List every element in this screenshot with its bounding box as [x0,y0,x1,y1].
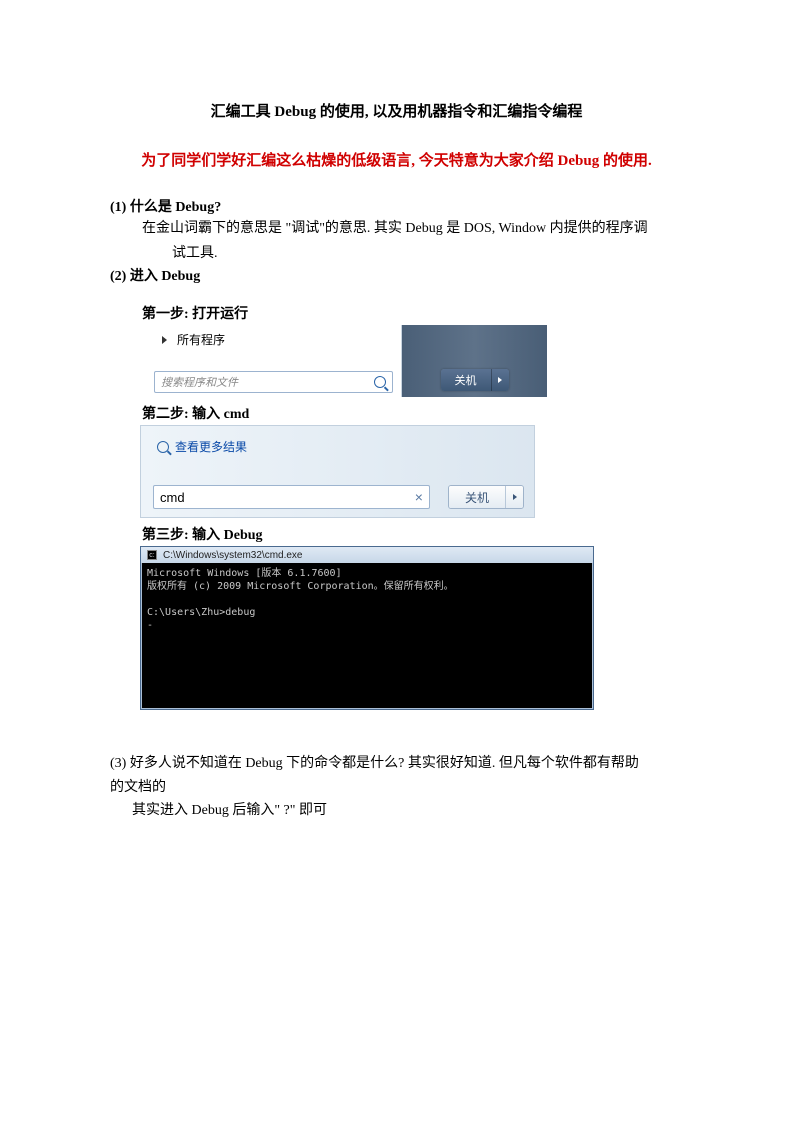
clear-icon[interactable]: × [415,489,423,505]
shutdown-button[interactable]: 关机 [448,485,524,509]
step2-label: 第二步: 输入 cmd [110,403,683,423]
chevron-right-icon [498,377,502,383]
search-input[interactable]: cmd × [153,485,430,509]
section1-body-line2: 试工具. [110,242,683,262]
section1-body-line1: 在金山词霸下的意思是 "调试"的意思. 其实 Debug 是 DOS, Wind… [110,219,683,239]
shutdown-label: 关机 [449,486,505,508]
screenshot-start-menu: 所有程序 搜索程序和文件 关机 [142,325,547,397]
step1-label: 第一步: 打开运行 [110,303,683,323]
search-value: cmd [160,490,415,505]
section1-heading: (1) 什么是 Debug? [110,196,683,216]
more-results-label: 查看更多结果 [175,438,247,455]
section3-line1: (3) 好多人说不知道在 Debug 下的命令都是什么? 其实很好知道. 但凡每… [110,754,683,774]
screenshot-cmd-search: 查看更多结果 cmd × 关机 [140,425,535,518]
window-title: C:\Windows\system32\cmd.exe [163,550,303,561]
section3-line3: 其实进入 Debug 后输入" ?" 即可 [110,801,683,821]
shutdown-label: 关机 [441,369,491,391]
section3-line2: 的文档的 [110,778,683,798]
window-titlebar: c: C:\Windows\system32\cmd.exe [141,547,593,563]
step3-label: 第三步: 输入 Debug [110,524,683,544]
shutdown-dropdown[interactable] [491,369,509,391]
console-output: Microsoft Windows [版本 6.1.7600] 版权所有 (c)… [141,563,593,709]
chevron-right-icon [513,494,517,500]
search-input[interactable]: 搜索程序和文件 [154,371,393,393]
arrow-right-icon [162,336,167,344]
start-menu-right: 关机 [402,325,547,397]
shutdown-dropdown[interactable] [505,486,523,508]
doc-title: 汇编工具 Debug 的使用, 以及用机器指令和汇编指令编程 [110,100,683,121]
search-icon [374,376,386,388]
search-placeholder: 搜索程序和文件 [161,374,374,390]
shutdown-button[interactable]: 关机 [441,369,509,391]
search-icon [157,441,169,453]
all-programs-row[interactable]: 所有程序 [154,329,393,354]
more-results-link[interactable]: 查看更多结果 [153,434,524,455]
screenshot-cmd-window: c: C:\Windows\system32\cmd.exe Microsoft… [140,546,594,710]
section2-heading: (2) 进入 Debug [110,265,683,285]
cmd-icon: c: [147,550,157,560]
all-programs-label: 所有程序 [177,331,225,348]
start-menu-panel: 所有程序 搜索程序和文件 [142,325,402,397]
doc-intro: 为了同学们学好汇编这么枯燥的低级语言, 今天特意为大家介绍 Debug 的使用. [110,149,683,170]
